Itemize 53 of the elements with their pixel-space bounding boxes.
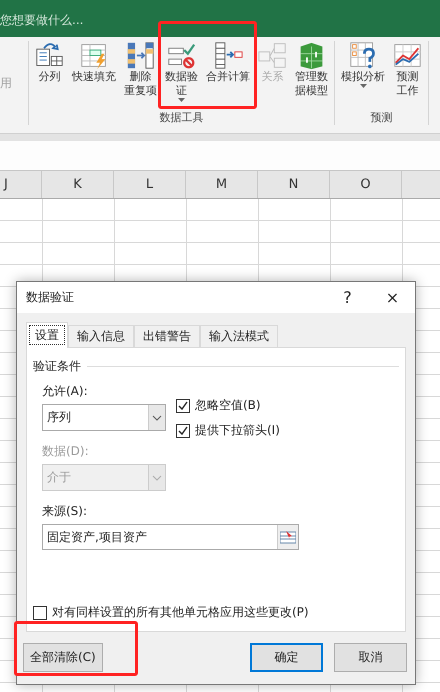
table-arrow-icon: [214, 41, 242, 70]
ribbon-button[interactable]: 分列: [31, 41, 68, 106]
tab[interactable]: 输入法模式: [200, 325, 278, 348]
ribbon-button[interactable]: 快速填充: [68, 41, 120, 106]
column-header[interactable]: M: [186, 171, 258, 198]
ribbon-button[interactable]: 合并计算: [202, 41, 254, 106]
close-button[interactable]: ×: [370, 282, 415, 313]
trend-chart-icon: [393, 41, 422, 70]
checkbox[interactable]: [176, 398, 190, 412]
field-label: 来源(S):: [42, 503, 88, 520]
caret-icon: [178, 98, 185, 102]
checkbox[interactable]: [33, 606, 47, 620]
chevron-icon: [148, 465, 165, 490]
source-field[interactable]: 固定资产,项目资产: [42, 524, 299, 550]
range-select-button[interactable]: [277, 525, 298, 549]
group-label: 预测: [370, 110, 392, 125]
dialog-button[interactable]: 全部清除(C): [23, 643, 103, 672]
checkbox-label[interactable]: 对有同样设置的所有其他单元格应用这些更改(P): [33, 604, 399, 621]
column-header[interactable]: N: [258, 171, 330, 198]
check-prohibit-icon: [167, 41, 196, 70]
table-lightning-icon: [80, 41, 108, 70]
group-label: 数据工具: [160, 110, 204, 125]
chevron-icon: [148, 405, 165, 430]
checkbox-label[interactable]: 忽略空值(B): [176, 397, 280, 414]
column-header[interactable]: K: [42, 171, 114, 198]
ribbon-button[interactable]: 管理数 据模型: [291, 41, 332, 106]
column-header[interactable]: L: [114, 171, 186, 198]
section-title: 验证条件: [33, 358, 81, 375]
ribbon-button[interactable]: 删除 重复项: [120, 41, 161, 106]
relationship-icon: [258, 41, 287, 70]
ribbon-button[interactable]: 数据验 证: [161, 41, 202, 106]
ribbon-button[interactable]: 模拟分析: [337, 41, 389, 106]
checkbox-label[interactable]: 提供下拉箭头(I): [176, 422, 280, 439]
field-label: 数据(D):: [42, 443, 90, 460]
help-button[interactable]: ?: [325, 282, 370, 313]
ribbon-label: 用: [0, 74, 12, 92]
column-header[interactable]: J: [0, 171, 42, 198]
range-picker-icon: [280, 530, 296, 544]
field-label: 允许(A):: [42, 383, 89, 400]
table-question-icon: [348, 41, 378, 70]
columns-arrow-icon: [126, 41, 155, 70]
tab[interactable]: 设置: [26, 322, 68, 348]
dialog-title: 数据验证: [26, 289, 75, 306]
tab[interactable]: 输入信息: [68, 325, 134, 348]
tell-me-field[interactable]: 您想要做什么...: [0, 12, 84, 29]
ribbon-button[interactable]: 预测 工作: [389, 41, 426, 106]
dialog-button[interactable]: 取消: [334, 643, 407, 672]
dialog-button[interactable]: 确定: [250, 643, 323, 672]
caret-icon: [360, 84, 366, 88]
column-header[interactable]: O: [330, 171, 402, 198]
checkbox[interactable]: [176, 424, 190, 438]
tab[interactable]: 出错警告: [134, 325, 200, 348]
dropdown-field[interactable]: 序列: [42, 404, 166, 431]
